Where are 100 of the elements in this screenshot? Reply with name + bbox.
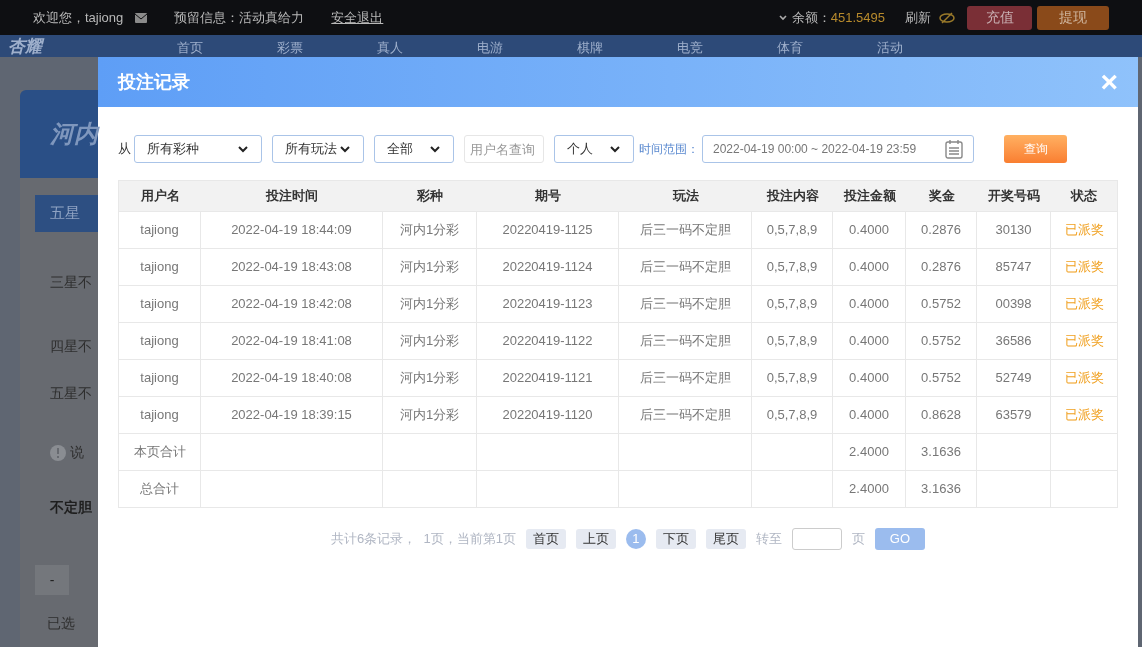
nav-item[interactable]: 彩票 bbox=[240, 39, 340, 57]
table-cell: 0,5,7,8,9 bbox=[752, 360, 833, 396]
page-nav-button[interactable]: 下页 bbox=[655, 529, 696, 549]
play-select[interactable]: 所有玩法 bbox=[272, 135, 364, 163]
play-option[interactable]: 五星不 bbox=[35, 383, 98, 404]
dialog-title: 投注记录 bbox=[118, 70, 190, 94]
column-header: 投注内容 bbox=[765, 187, 820, 206]
reserved-info: 预留信息：活动真给力 bbox=[174, 8, 305, 27]
query-button[interactable]: 查询 bbox=[1004, 135, 1067, 163]
table-cell: 63579 bbox=[977, 397, 1051, 433]
page-unit: 页 bbox=[851, 530, 865, 549]
table-cell: 0.4000 bbox=[833, 397, 906, 433]
column-header: 投注时间 bbox=[264, 187, 319, 206]
tab-bar[interactable]: 五星 bbox=[35, 195, 98, 232]
balance-label: 余额： bbox=[791, 8, 831, 27]
page-nav-button[interactable]: 上页 bbox=[575, 529, 616, 549]
table-cell: 0,5,7,8,9 bbox=[752, 212, 833, 248]
table-cell: 52749 bbox=[977, 360, 1051, 396]
table-cell: 0,5,7,8,9 bbox=[752, 397, 833, 433]
game-title: 河内 bbox=[50, 119, 98, 149]
status-select[interactable]: 全部 bbox=[374, 135, 454, 163]
table-cell: 20220419-1123 bbox=[477, 286, 619, 322]
time-range-label: 时间范围： bbox=[639, 141, 699, 158]
table-cell: tajiong bbox=[119, 323, 201, 359]
selected-label: 已选 bbox=[46, 614, 76, 633]
minus-button[interactable]: - bbox=[35, 565, 69, 595]
goto-label: 转至 bbox=[755, 530, 782, 549]
table-cell: 0.8628 bbox=[906, 397, 977, 433]
table-cell: 河内1分彩 bbox=[383, 360, 477, 396]
table-cell: 河内1分彩 bbox=[383, 249, 477, 285]
deposit-button[interactable]: 充值 bbox=[967, 5, 1032, 30]
table-cell: 后三一码不定胆 bbox=[619, 286, 752, 322]
column-header: 奖金 bbox=[927, 187, 956, 206]
column-header: 玩法 bbox=[671, 187, 700, 206]
chevron-icon bbox=[777, 12, 788, 23]
table-cell: 30130 bbox=[977, 212, 1051, 248]
table-cell: tajiong bbox=[119, 212, 201, 248]
calendar-icon bbox=[945, 139, 963, 159]
welcome-text: 欢迎您，tajiong bbox=[33, 8, 124, 27]
nav-item[interactable]: 棋牌 bbox=[540, 39, 640, 57]
table-cell: 总合计 bbox=[119, 471, 201, 507]
table-cell: 2022-04-19 18:40:08 bbox=[201, 360, 383, 396]
nav-item[interactable]: 电竞 bbox=[640, 39, 740, 57]
lottery-select[interactable]: 所有彩种 bbox=[134, 135, 262, 163]
note-text: 说 bbox=[70, 443, 84, 462]
table-cell: 后三一码不定胆 bbox=[619, 397, 752, 433]
column-header: 期号 bbox=[534, 187, 562, 206]
nav-item[interactable]: 首页 bbox=[140, 39, 240, 57]
table-cell: 20220419-1124 bbox=[477, 249, 619, 285]
page-nav-button[interactable]: 尾页 bbox=[705, 529, 746, 549]
page-nav-button[interactable]: 首页 bbox=[525, 529, 566, 549]
scope-select[interactable]: 个人 bbox=[554, 135, 634, 163]
table-cell: 0.4000 bbox=[833, 249, 906, 285]
table-cell: tajiong bbox=[119, 360, 201, 396]
from-label: 从 bbox=[118, 140, 131, 159]
table-cell: 2.4000 bbox=[833, 434, 906, 470]
table-cell-text: 已派奖 bbox=[1063, 295, 1105, 314]
table-cell: tajiong bbox=[119, 286, 201, 322]
caret-icon bbox=[237, 143, 249, 155]
table-cell: tajiong bbox=[119, 397, 201, 433]
table-cell: 本页合计 bbox=[119, 434, 201, 470]
table-cell: 后三一码不定胆 bbox=[619, 249, 752, 285]
table-cell-text: 已派奖 bbox=[1063, 369, 1105, 388]
table-cell: 0.5752 bbox=[906, 286, 977, 322]
balance-amount: 451.5495 bbox=[830, 8, 885, 27]
table-cell: 3.1636 bbox=[906, 471, 977, 507]
page-field[interactable] bbox=[791, 528, 842, 550]
pagination-summary: 共计6条记录， 1页，当前第1页 bbox=[331, 530, 516, 549]
table-cell: 0.2876 bbox=[906, 249, 977, 285]
table-cell-text: 已派奖 bbox=[1063, 332, 1105, 351]
table-cell: 0.4000 bbox=[833, 360, 906, 396]
time-range-field[interactable]: 2022-04-19 00:00 ~ 2022-04-19 23:59 bbox=[702, 135, 974, 163]
table-cell: 河内1分彩 bbox=[383, 286, 477, 322]
play-option[interactable]: 四星不 bbox=[35, 336, 98, 357]
nav-item[interactable]: 电游 bbox=[440, 39, 540, 57]
nav-item[interactable]: 活动 bbox=[840, 39, 940, 57]
column-header: 用户名 bbox=[139, 187, 181, 206]
table-cell: 2022-04-19 18:44:09 bbox=[201, 212, 383, 248]
table-cell: 2022-04-19 18:42:08 bbox=[201, 286, 383, 322]
table-cell: tajiong bbox=[119, 249, 201, 285]
nav-item[interactable]: 体育 bbox=[740, 39, 840, 57]
table-cell-text: 已派奖 bbox=[1063, 221, 1105, 240]
table-cell: 0.5752 bbox=[906, 323, 977, 359]
table-cell: 20220419-1121 bbox=[477, 360, 619, 396]
withdraw-button[interactable]: 提现 bbox=[1037, 5, 1109, 30]
table-cell-text: 已派奖 bbox=[1063, 258, 1105, 277]
refresh-link[interactable]: 刷新 bbox=[905, 7, 931, 28]
logout-link[interactable]: 安全退出 bbox=[331, 7, 384, 28]
table-cell: 0.5752 bbox=[906, 360, 977, 396]
table-cell: 0.4000 bbox=[833, 323, 906, 359]
info-icon bbox=[50, 444, 66, 461]
nav-item[interactable]: 真人 bbox=[340, 39, 440, 57]
table-cell: 0,5,7,8,9 bbox=[752, 249, 833, 285]
table-cell: 0.4000 bbox=[833, 286, 906, 322]
mail-icon bbox=[135, 12, 148, 23]
table-cell: 后三一码不定胆 bbox=[619, 212, 752, 248]
username-field[interactable]: 用户名查询 bbox=[464, 135, 544, 163]
table-cell: 河内1分彩 bbox=[383, 212, 477, 248]
eye-slash-icon[interactable] bbox=[939, 11, 955, 24]
table-cell: 2022-04-19 18:39:15 bbox=[201, 397, 383, 433]
